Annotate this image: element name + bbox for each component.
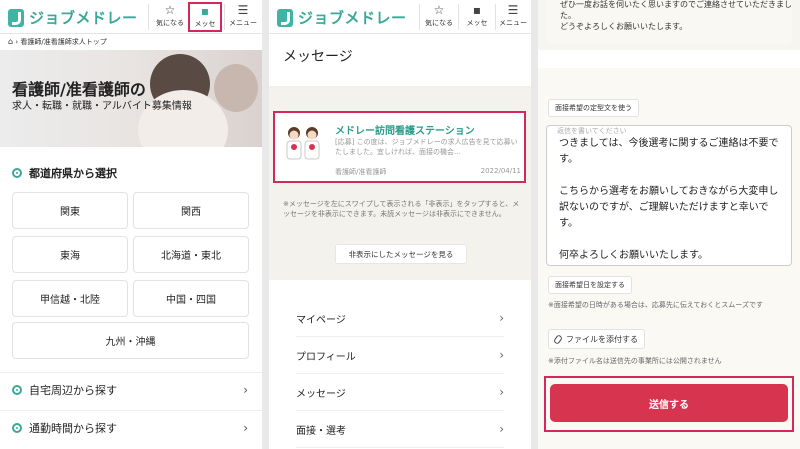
template-button[interactable]: 面接希望の定型文を使う — [548, 99, 639, 117]
favorites-button[interactable]: ☆ 気になる — [152, 3, 188, 31]
hamburger-icon: ☰ — [507, 3, 519, 17]
logo-icon — [277, 8, 293, 27]
favorites-button[interactable]: ☆ 気になる — [421, 3, 457, 31]
search-near-home-link[interactable]: 自宅周辺から探す › — [0, 372, 262, 406]
account-menu: マイページ › プロフィール › メッセージ › 面接・選考 › — [286, 298, 514, 449]
breadcrumb-current: 看護師/准看護師求人トップ — [20, 38, 107, 46]
breadcrumb: ⌂ › 看護師/准看護師求人トップ — [0, 34, 262, 50]
logo[interactable]: ジョブメドレー — [277, 7, 407, 28]
message-job: 看護師/准看護師 — [335, 168, 387, 176]
hide-note: ※メッセージを左にスワイプして表示される「非表示」をタップすると、メッセージを非… — [283, 200, 520, 218]
hamburger-icon: ☰ — [237, 3, 249, 17]
textarea-placeholder: 返信を書いてください — [557, 127, 627, 135]
menu-item-interview[interactable]: 面接・選考 › — [296, 411, 504, 448]
reply-textarea[interactable]: 返信を書いてください つきましては、今後選考に関するご連絡は不要です。 こちらか… — [546, 125, 792, 266]
received-message: ぜひ一度お話を伺いたく思いますのでご連絡させていただきました。 どうぞよろしくお… — [546, 0, 792, 44]
region-kyushu-okinawa[interactable]: 九州・沖縄 — [12, 322, 249, 359]
textarea-value: つきましては、今後選考に関するご連絡は不要です。 こちらから選考をお願いしておき… — [559, 138, 779, 261]
message-preview: [応募] この度は、ジョブメドレーの求人広告を見て応募いたしました。宜しければ、… — [335, 138, 518, 156]
region-hokkaido-tohoku[interactable]: 北海道・東北 — [133, 236, 249, 273]
region-kansai[interactable]: 関西 — [133, 192, 249, 229]
star-icon: ☆ — [164, 3, 176, 17]
view-hidden-messages-button[interactable]: 非表示にしたメッセージを見る — [335, 244, 467, 264]
send-button[interactable]: 送信する — [550, 384, 788, 422]
page-title: メッセージ — [283, 49, 353, 65]
search-commute-link[interactable]: 通勤時間から探す › — [0, 410, 262, 444]
star-icon: ☆ — [433, 3, 445, 17]
chat-icon: ▪ — [472, 3, 482, 17]
region-chugoku-shikoku[interactable]: 中国・四国 — [133, 280, 249, 317]
home-icon[interactable]: ⌂ — [8, 37, 13, 46]
logo-icon — [8, 8, 24, 27]
chevron-right-icon: › — [243, 420, 248, 435]
nurses-avatar-icon — [286, 127, 320, 160]
chevron-right-icon: › — [243, 382, 248, 397]
attach-file-button[interactable]: ファイルを添付する — [548, 329, 645, 349]
paperclip-icon — [552, 333, 564, 345]
app-header: ジョブメドレー ☆ 気になる ▪ メッセ ☰ メニュー — [0, 0, 262, 34]
interview-date-note: ※面接希望の日時がある場合は、応募先に伝えておくとスムーズです — [548, 301, 763, 309]
hero-subtitle: 求人・転職・就職・アルバイト募集情報 — [12, 101, 192, 112]
menu-item-mypage[interactable]: マイページ › — [296, 300, 504, 337]
menu-button[interactable]: ☰ メニュー — [495, 3, 531, 31]
region-kanto[interactable]: 関東 — [12, 192, 128, 229]
messages-panel: ジョブメドレー ☆ 気になる ▪ メッセ ☰ メニュー メッセージ メドレー訪問… — [269, 0, 531, 449]
location-pin-icon — [12, 168, 22, 178]
message-item[interactable]: メドレー訪問看護ステーション [応募] この度は、ジョブメドレーの求人広告を見て… — [273, 111, 526, 183]
region-koshinetsu-hokuriku[interactable]: 甲信越・北陸 — [12, 280, 128, 317]
messages-button[interactable]: ▪ メッセ — [188, 2, 222, 32]
message-sender: メドレー訪問看護ステーション — [335, 126, 475, 137]
send-highlight: 送信する — [544, 376, 794, 432]
logo[interactable]: ジョブメドレー — [8, 7, 138, 28]
chevron-right-icon: › — [499, 348, 504, 362]
chat-icon: ▪ — [200, 4, 210, 18]
menu-item-messages[interactable]: メッセージ › — [296, 374, 504, 411]
hero-banner: 看護師/准看護師の 求人・転職・就職・アルバイト募集情報 — [0, 50, 262, 147]
message-date: 2022/04/11 — [480, 167, 521, 175]
logo-text: ジョブメドレー — [298, 9, 407, 27]
prefecture-section-title: 都道府県から選択 — [12, 165, 117, 181]
message-meta: 看護師/准看護師 2022/04/11 — [335, 167, 521, 177]
search-panel: ジョブメドレー ☆ 気になる ▪ メッセ ☰ メニュー ⌂ › 看護師/准看護師… — [0, 0, 262, 449]
reply-panel: ぜひ一度お話を伺いたく思いますのでご連絡させていただきました。 どうぞよろしくお… — [538, 0, 800, 449]
location-pin-icon — [12, 422, 22, 433]
set-interview-date-button[interactable]: 面接希望日を設定する — [548, 276, 632, 294]
chevron-right-icon: › — [499, 422, 504, 436]
logo-text: ジョブメドレー — [29, 9, 138, 27]
attach-note: ※添付ファイル名は送信先の事業所には公開されません — [548, 357, 722, 365]
location-pin-icon — [12, 384, 22, 395]
chevron-right-icon: › — [499, 385, 504, 399]
app-header: ジョブメドレー ☆ 気になる ▪ メッセ ☰ メニュー — [269, 0, 531, 34]
chevron-right-icon: › — [499, 311, 504, 325]
menu-item-profile[interactable]: プロフィール › — [296, 337, 504, 374]
menu-button[interactable]: ☰ メニュー — [225, 3, 261, 31]
region-tokai[interactable]: 東海 — [12, 236, 128, 273]
messages-button[interactable]: ▪ メッセ — [459, 3, 495, 31]
